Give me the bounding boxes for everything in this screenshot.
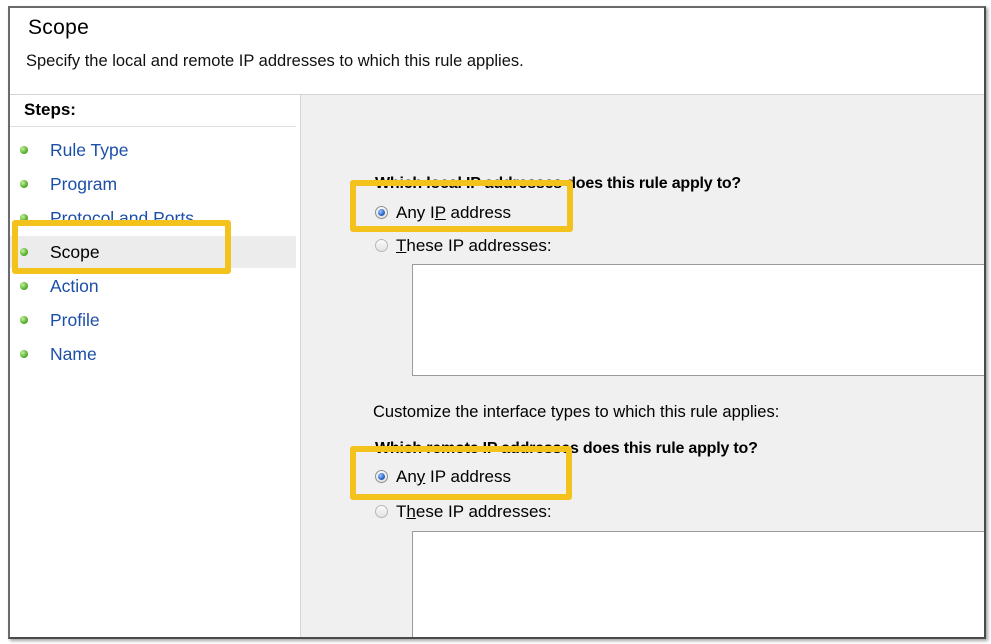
remote-ip-list-box[interactable] <box>412 531 984 637</box>
remote-ip-question: Which remote IP addresses does this rule… <box>375 440 758 457</box>
radio-label: An <box>396 467 417 486</box>
steps-panel: Steps: Rule Type Program Protocol and Po… <box>10 95 301 637</box>
step-profile[interactable]: Profile <box>10 304 296 336</box>
page-description: Specify the local and remote IP addresse… <box>26 52 524 70</box>
radio-label: hese IP addresses: <box>406 236 552 255</box>
step-bullet-icon <box>20 180 28 188</box>
step-label: Program <box>50 174 118 194</box>
step-scope[interactable]: Scope <box>10 236 296 268</box>
remote-any-ip-radio[interactable]: Any IP address <box>375 465 511 489</box>
local-these-ip-radio[interactable]: These IP addresses: <box>375 234 552 258</box>
accelerator-key: P <box>434 203 446 222</box>
page-title: Scope <box>28 16 90 39</box>
remote-these-ip-radio[interactable]: These IP addresses: <box>375 500 552 524</box>
step-name[interactable]: Name <box>10 338 296 370</box>
step-label: Action <box>50 276 99 296</box>
step-bullet-icon <box>20 214 28 222</box>
step-label: Profile <box>50 310 100 330</box>
step-label: Rule Type <box>50 140 129 160</box>
steps-title: Steps: <box>24 100 76 119</box>
step-bullet-icon <box>20 282 28 290</box>
steps-divider <box>10 126 296 127</box>
radio-unchecked-icon <box>375 238 388 252</box>
step-program[interactable]: Program <box>10 168 296 200</box>
step-protocol-and-ports[interactable]: Protocol and Ports <box>10 202 296 234</box>
step-label: Scope <box>50 242 100 262</box>
step-bullet-icon <box>20 350 28 358</box>
customize-interface-label: Customize the interface types to which t… <box>373 403 780 421</box>
step-bullet-icon <box>20 316 28 324</box>
step-rule-type[interactable]: Rule Type <box>10 134 296 166</box>
local-ip-question: Which local IP addresses does this rule … <box>375 175 742 192</box>
radio-label: address <box>445 203 511 222</box>
step-label: Protocol and Ports <box>50 208 194 228</box>
radio-checked-icon <box>375 469 388 483</box>
scope-content: Which local IP addresses does this rule … <box>301 95 984 637</box>
local-any-ip-radio[interactable]: Any IP address <box>375 201 511 225</box>
accelerator-key: h <box>406 502 416 521</box>
radio-label: Any I <box>396 203 435 222</box>
radio-label: T <box>396 502 407 521</box>
radio-unchecked-icon <box>375 504 388 518</box>
radio-checked-icon <box>375 205 388 219</box>
step-label: Name <box>50 344 97 364</box>
local-ip-list-box[interactable] <box>412 264 984 376</box>
accelerator-key: T <box>396 236 407 255</box>
radio-label: IP address <box>425 467 511 486</box>
radio-label: ese IP addresses: <box>415 502 552 521</box>
wizard-window: Scope Specify the local and remote IP ad… <box>8 6 986 639</box>
wizard-header: Scope Specify the local and remote IP ad… <box>10 8 984 95</box>
step-bullet-icon <box>20 248 28 256</box>
step-action[interactable]: Action <box>10 270 296 302</box>
step-bullet-icon <box>20 146 28 154</box>
